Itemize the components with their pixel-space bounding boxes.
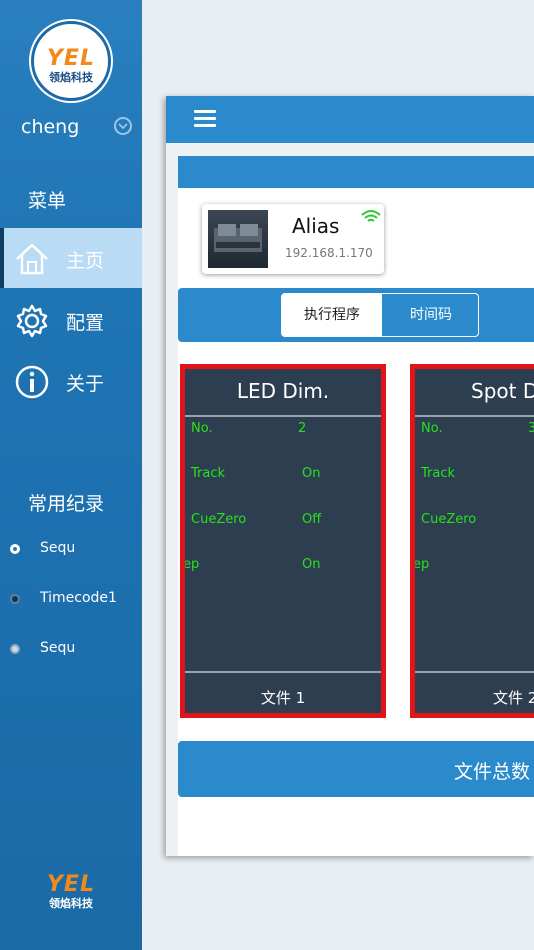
executor-card[interactable]: Spot D No. 3 Track CueZero ep 文件 2 [410,364,534,718]
gear-icon [16,304,48,338]
card-field-value: Off [302,512,322,527]
sidebar-item-label: 主页 [66,250,105,272]
info-icon [15,365,49,399]
card-field-label: ep [183,557,200,572]
home-icon [16,243,48,275]
card-field-label: Track [421,466,456,481]
card-field-label: No. [421,421,443,436]
menu-heading: 菜单 [28,190,67,212]
main-panel: Alias 192.168.1.170 执行程序 时间码 LED Dim. No… [166,96,534,856]
recent-dot-icon [10,594,20,604]
logo-text: YEL [47,46,95,71]
card-field-label: CueZero [421,512,477,527]
card-field-value: On [302,557,321,572]
card-divider [185,671,381,673]
footer-logo: YEL 领焰科技 [36,872,106,911]
sidebar: YEL 领焰科技 cheng 菜单 主页 配置 关于 常用纪录 Sequ Tim… [0,0,142,950]
brand-logo: YEL 领焰科技 [31,21,111,101]
device-name: Alias [292,214,340,238]
card-divider [415,671,534,673]
tab-timecode[interactable]: 时间码 [382,294,478,336]
logo-subtitle: 领焰科技 [49,71,93,84]
sidebar-item-about[interactable]: 关于 [0,351,142,411]
card-field-value: 3 [528,421,534,436]
card-divider [415,415,534,417]
card-field-label: ep [413,557,430,572]
user-name: cheng [21,116,80,138]
recent-dot-icon [10,644,20,654]
device-card[interactable]: Alias 192.168.1.170 [202,204,384,274]
card-footer: 文件 1 [260,689,306,707]
recent-item-label: Sequ [40,640,76,656]
top-bar [166,96,534,143]
device-ip: 192.168.1.170 [285,246,373,260]
sidebar-item-label: 关于 [66,373,105,395]
recent-item-label: Timecode1 [40,590,117,606]
hamburger-menu-icon[interactable] [194,110,216,128]
card-footer: 文件 2 [493,689,534,707]
recent-dot-icon [10,544,20,554]
header-strip [178,156,534,188]
card-title: Spot D [471,379,534,403]
user-dropdown-chevron-icon[interactable] [114,117,132,135]
card-field-value: 2 [298,421,307,436]
card-divider [185,415,381,417]
card-field-label: No. [191,421,213,436]
tab-executor[interactable]: 执行程序 [282,294,382,336]
recent-heading: 常用纪录 [28,493,105,515]
card-field-label: CueZero [191,512,247,527]
footer-logo-subtitle: 领焰科技 [49,897,93,910]
sidebar-item-home[interactable]: 主页 [0,228,142,288]
wifi-icon [361,210,381,222]
segmented-control: 执行程序 时间码 [281,293,479,337]
file-total-button[interactable]: 文件总数 [178,741,534,797]
card-title: LED Dim. [236,379,330,403]
card-field-label: Track [191,466,226,481]
card-field-value: On [302,466,321,481]
sidebar-item-label: 配置 [66,312,105,334]
file-total-label: 文件总数 [454,761,531,783]
executor-card[interactable]: LED Dim. No. 2 Track On CueZero Off ep O… [180,364,386,718]
footer-logo-text: YEL [47,872,95,897]
recent-item-label: Sequ [40,540,76,556]
sidebar-item-config[interactable]: 配置 [0,290,142,350]
console-thumbnail [208,210,268,268]
